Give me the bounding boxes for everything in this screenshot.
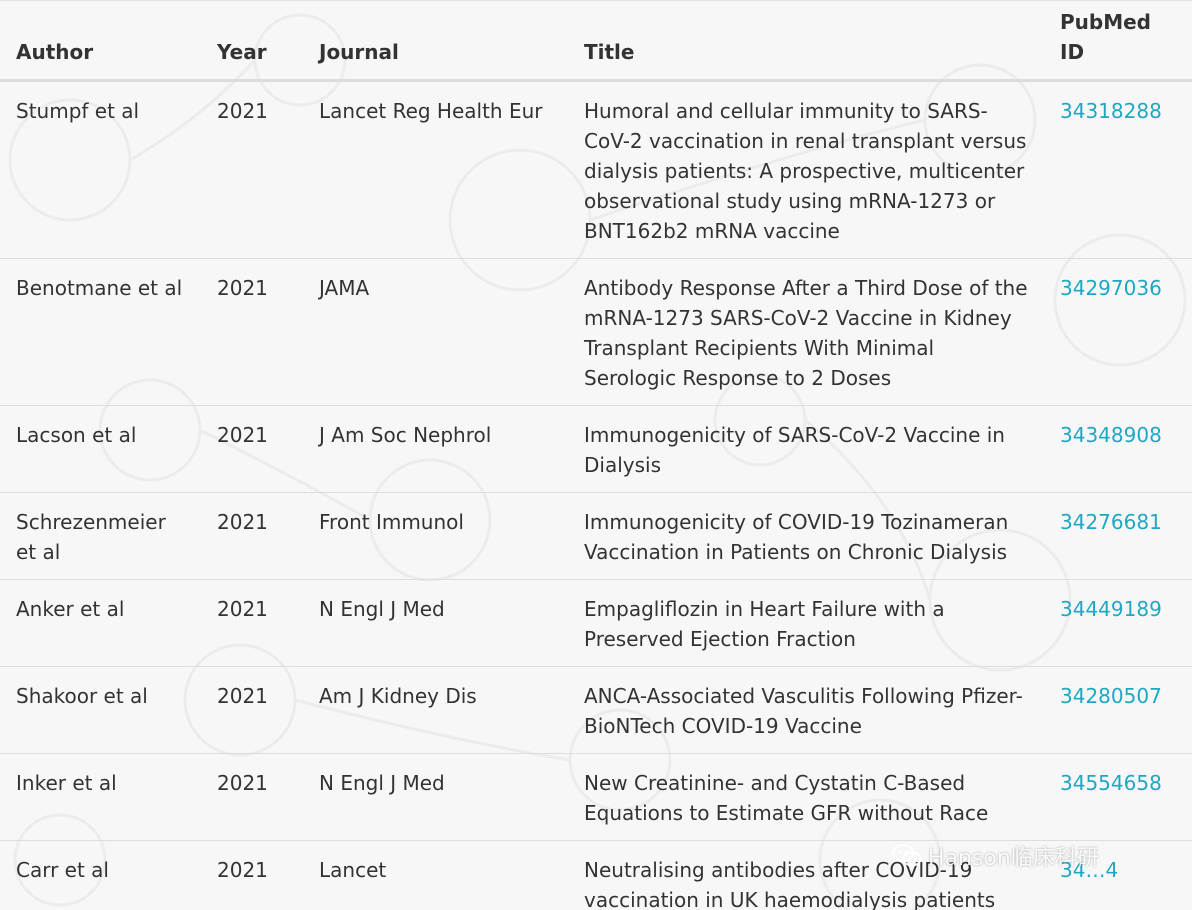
cell-year: 2021: [201, 80, 303, 259]
table-row: Schrezenmeier et al 2021 Front Immunol I…: [0, 492, 1192, 580]
cell-journal: J Am Soc Nephrol: [303, 405, 568, 493]
table-row: Stumpf et al 2021 Lancet Reg Health Eur …: [0, 80, 1192, 259]
cell-author: Benotmane et al: [0, 258, 201, 406]
pmid-link[interactable]: 34449189: [1060, 597, 1162, 621]
watermark-text: Hanson临床科研: [928, 846, 1099, 871]
cell-journal: N Engl J Med: [303, 753, 568, 841]
header-row: Author Year Journal Title PubMed ID: [0, 0, 1192, 82]
cell-pmid: 34318288: [1044, 80, 1192, 259]
cell-pmid: 34297036: [1044, 258, 1192, 406]
column-header-author: Author: [0, 0, 201, 82]
table-row: Benotmane et al 2021 JAMA Antibody Respo…: [0, 258, 1192, 406]
cell-pmid: 34348908: [1044, 405, 1192, 493]
watermark: Hanson临床科研: [892, 840, 1099, 872]
cell-title: Immunogenicity of COVID-19 Tozinameran V…: [568, 492, 1044, 580]
table-row: Inker et al 2021 N Engl J Med New Creati…: [0, 753, 1192, 841]
cell-title: Antibody Response After a Third Dose of …: [568, 258, 1044, 406]
table-row: Lacson et al 2021 J Am Soc Nephrol Immun…: [0, 405, 1192, 493]
cell-title: New Creatinine- and Cystatin C-Based Equ…: [568, 753, 1044, 841]
column-header-title: Title: [568, 0, 1044, 82]
cell-author: Lacson et al: [0, 405, 201, 493]
pmid-link[interactable]: 34318288: [1060, 99, 1162, 123]
cell-journal: Lancet: [303, 840, 568, 910]
cell-title: ANCA-Associated Vasculitis Following Pfi…: [568, 666, 1044, 754]
references-table-wrapper: Author Year Journal Title PubMed ID Stum…: [0, 0, 1192, 910]
cell-pmid: 34554658: [1044, 753, 1192, 841]
cell-pmid: 34280507: [1044, 666, 1192, 754]
cell-year: 2021: [201, 492, 303, 580]
cell-year: 2021: [201, 666, 303, 754]
cell-year: 2021: [201, 405, 303, 493]
cell-author: Inker et al: [0, 753, 201, 841]
table-body: Stumpf et al 2021 Lancet Reg Health Eur …: [0, 80, 1192, 910]
table-row: Shakoor et al 2021 Am J Kidney Dis ANCA-…: [0, 666, 1192, 754]
cell-pmid: 34276681: [1044, 492, 1192, 580]
cell-author: Anker et al: [0, 579, 201, 667]
cell-title: Humoral and cellular immunity to SARS-Co…: [568, 80, 1044, 259]
cell-title: Immunogenicity of SARS-CoV-2 Vaccine in …: [568, 405, 1044, 493]
cell-author: Schrezenmeier et al: [0, 492, 201, 580]
cell-author: Carr et al: [0, 840, 201, 910]
pmid-link[interactable]: 34297036: [1060, 276, 1162, 300]
cell-journal: Am J Kidney Dis: [303, 666, 568, 754]
cell-year: 2021: [201, 840, 303, 910]
column-header-pmid: PubMed ID: [1044, 0, 1192, 82]
pmid-link[interactable]: 34554658: [1060, 771, 1162, 795]
cell-journal: JAMA: [303, 258, 568, 406]
column-header-journal: Journal: [303, 0, 568, 82]
cell-year: 2021: [201, 258, 303, 406]
cell-pmid: 34449189: [1044, 579, 1192, 667]
pmid-link[interactable]: 34276681: [1060, 510, 1162, 534]
cell-journal: Front Immunol: [303, 492, 568, 580]
cell-journal: Lancet Reg Health Eur: [303, 80, 568, 259]
column-header-year: Year: [201, 0, 303, 82]
pmid-link[interactable]: 34348908: [1060, 423, 1162, 447]
cell-author: Stumpf et al: [0, 80, 201, 259]
cell-year: 2021: [201, 579, 303, 667]
table-row: Anker et al 2021 N Engl J Med Empagliflo…: [0, 579, 1192, 667]
pmid-link[interactable]: 34280507: [1060, 684, 1162, 708]
cell-journal: N Engl J Med: [303, 579, 568, 667]
table-header: Author Year Journal Title PubMed ID: [0, 0, 1192, 82]
cell-author: Shakoor et al: [0, 666, 201, 754]
cell-year: 2021: [201, 753, 303, 841]
cell-title: Empagliflozin in Heart Failure with a Pr…: [568, 579, 1044, 667]
wechat-icon: [892, 844, 922, 867]
references-table: Author Year Journal Title PubMed ID Stum…: [0, 0, 1192, 910]
